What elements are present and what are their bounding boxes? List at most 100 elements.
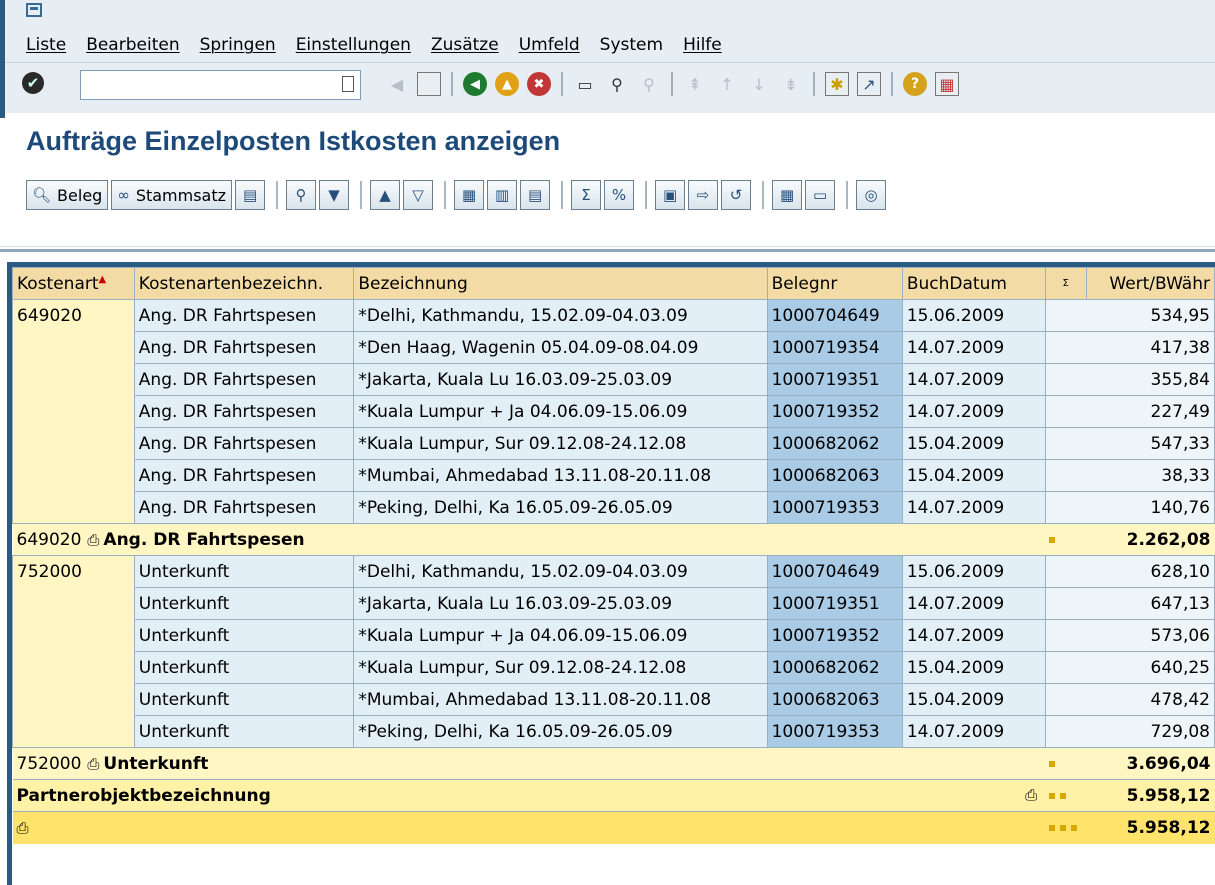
cell-kostenart[interactable]: [12, 395, 135, 428]
cell-wert[interactable]: 534,95: [1044, 299, 1215, 332]
customize-layout-icon[interactable]: ▦: [935, 72, 959, 96]
cell-bezeichnung[interactable]: *Kuala Lumpur, Sur 09.12.08-24.12.08: [353, 651, 768, 684]
abc-analysis-icon[interactable]: ◎: [856, 180, 887, 210]
cell-bezeichnung[interactable]: *Delhi, Kathmandu, 15.02.09-04.03.09: [353, 555, 768, 588]
table-row[interactable]: 649020 Ang. DR Fahrtspesen *Delhi, Kathman…: [12, 299, 1215, 332]
sort-ascending-icon[interactable]: ▲: [370, 180, 401, 210]
cell-bezeichnung[interactable]: *Jakarta, Kuala Lu 16.03.09-25.03.09: [353, 363, 768, 396]
cell-kostenartenbezeichnung[interactable]: Ang. DR Fahrtspesen: [133, 299, 355, 332]
table-row[interactable]: Unterkunft *Kuala Lumpur + Ja 04.06.09-15…: [12, 619, 1215, 652]
spreadsheet-icon[interactable]: ▦: [772, 180, 803, 210]
cell-belegnr[interactable]: 1000682062: [766, 651, 903, 684]
cell-kostenartenbezeichnung[interactable]: Unterkunft: [133, 715, 355, 748]
cell-wert[interactable]: 227,49: [1044, 395, 1215, 428]
menu-system[interactable]: System: [600, 35, 663, 55]
menu-bearbeiten[interactable]: Bearbeiten: [86, 35, 179, 55]
cell-wert[interactable]: 647,13: [1044, 587, 1215, 620]
find-icon[interactable]: ⚲: [605, 72, 629, 96]
cell-wert[interactable]: 478,42: [1044, 683, 1215, 716]
col-sum[interactable]: Σ: [1044, 267, 1087, 300]
cell-kostenart[interactable]: [12, 651, 135, 684]
cell-kostenartenbezeichnung[interactable]: Ang. DR Fahrtspesen: [133, 363, 355, 396]
cell-kostenartenbezeichnung[interactable]: Ang. DR Fahrtspesen: [133, 491, 355, 524]
cell-kostenart[interactable]: [12, 715, 135, 748]
table-row[interactable]: Unterkunft *Jakarta, Kuala Lu 16.03.09-25…: [12, 587, 1215, 620]
filter-icon[interactable]: ▼: [319, 180, 350, 210]
shortcut-icon[interactable]: ↗: [857, 72, 881, 96]
sort-descending-icon[interactable]: ▽: [403, 180, 434, 210]
export-icon[interactable]: ⇨: [688, 180, 719, 210]
cell-bezeichnung[interactable]: *Kuala Lumpur + Ja 04.06.09-15.06.09: [353, 395, 768, 428]
cell-kostenart[interactable]: 649020: [12, 299, 135, 332]
cell-kostenart[interactable]: [12, 491, 135, 524]
exit-icon[interactable]: ▲: [495, 72, 519, 96]
cell-belegnr[interactable]: 1000704649: [766, 299, 903, 332]
menu-springen[interactable]: Springen: [200, 35, 276, 55]
menu-umfeld[interactable]: Umfeld: [519, 35, 580, 55]
cell-kostenartenbezeichnung[interactable]: Unterkunft: [133, 651, 355, 684]
save-icon[interactable]: [417, 72, 441, 96]
cell-buchdatum[interactable]: 15.04.2009: [901, 651, 1046, 684]
table-row[interactable]: Unterkunft *Mumbai, Ahmedabad 13.11.08-20…: [12, 683, 1215, 716]
table-row[interactable]: Unterkunft *Peking, Delhi, Ka 16.05.09-26…: [12, 715, 1215, 748]
menu-zusaetze[interactable]: Zusätze: [431, 35, 499, 55]
cell-bezeichnung[interactable]: *Peking, Delhi, Ka 16.05.09-26.05.09: [353, 715, 768, 748]
cell-wert[interactable]: 547,33: [1044, 427, 1215, 460]
menu-hilfe[interactable]: Hilfe: [683, 35, 722, 55]
table-row[interactable]: Ang. DR Fahrtspesen *Mumbai, Ahmedabad 13…: [12, 459, 1215, 492]
menu-liste[interactable]: Liste: [26, 35, 66, 55]
col-wert[interactable]: Wert/BWähr: [1085, 267, 1215, 300]
enter-check-icon[interactable]: ✔: [22, 72, 44, 94]
cell-bezeichnung[interactable]: *Den Haag, Wagenin 05.04.09-08.04.09: [353, 331, 768, 364]
cell-belegnr[interactable]: 1000719354: [766, 331, 903, 364]
table-row[interactable]: Ang. DR Fahrtspesen *Kuala Lumpur, Sur 09…: [12, 427, 1215, 460]
grid-expand-icon[interactable]: ▥: [487, 180, 518, 210]
triangle-left-icon[interactable]: ◀: [385, 72, 409, 96]
cell-bezeichnung[interactable]: *Mumbai, Ahmedabad 13.11.08-20.11.08: [353, 459, 768, 492]
grand-total-row[interactable]: ⎙ 5.958,12: [12, 811, 1215, 844]
cell-belegnr[interactable]: 1000704649: [766, 555, 903, 588]
back-icon[interactable]: ◀: [463, 72, 487, 96]
search-icon[interactable]: ⚲: [286, 180, 317, 210]
subtotal-icon[interactable]: %: [604, 180, 635, 210]
window-menu-icon[interactable]: [26, 3, 42, 17]
find-next-icon[interactable]: ⚲: [637, 72, 661, 96]
cell-buchdatum[interactable]: 14.07.2009: [901, 491, 1046, 524]
cell-belegnr[interactable]: 1000719353: [766, 715, 903, 748]
cell-buchdatum[interactable]: 15.04.2009: [901, 427, 1046, 460]
subtotal-row[interactable]: 649020 ⎙ Ang. DR Fahrtspesen 2.262,08: [12, 523, 1215, 556]
cell-kostenart[interactable]: [12, 331, 135, 364]
cell-buchdatum[interactable]: 15.06.2009: [901, 299, 1046, 332]
cell-wert[interactable]: 628,10: [1044, 555, 1215, 588]
previous-page-icon[interactable]: ↑: [715, 72, 739, 96]
cell-wert[interactable]: 640,25: [1044, 651, 1215, 684]
table-row[interactable]: Ang. DR Fahrtspesen *Den Haag, Wagenin 05…: [12, 331, 1215, 364]
cell-wert[interactable]: 729,08: [1044, 715, 1215, 748]
command-history-icon[interactable]: [342, 76, 354, 92]
detail-icon[interactable]: ▤: [235, 180, 266, 210]
cell-belegnr[interactable]: 1000682063: [766, 459, 903, 492]
new-session-icon[interactable]: ✱: [825, 72, 849, 96]
cell-buchdatum[interactable]: 14.07.2009: [901, 587, 1046, 620]
cell-belegnr[interactable]: 1000719352: [766, 395, 903, 428]
table-row[interactable]: Unterkunft *Kuala Lumpur, Sur 09.12.08-24…: [12, 651, 1215, 684]
cell-kostenartenbezeichnung[interactable]: Unterkunft: [133, 683, 355, 716]
table-row[interactable]: Ang. DR Fahrtspesen *Jakarta, Kuala Lu 16…: [12, 363, 1215, 396]
cell-kostenart[interactable]: [12, 363, 135, 396]
help-icon[interactable]: ?: [903, 72, 927, 96]
cell-buchdatum[interactable]: 14.07.2009: [901, 395, 1046, 428]
subtotal-printer-icon[interactable]: ⎙: [87, 755, 99, 773]
col-kostenart[interactable]: Kostenart▲: [12, 267, 135, 300]
grid-icon[interactable]: ▦: [454, 180, 485, 210]
cell-belegnr[interactable]: 1000682063: [766, 683, 903, 716]
cell-kostenart[interactable]: [12, 459, 135, 492]
first-page-icon[interactable]: ⇞: [683, 72, 707, 96]
cell-kostenartenbezeichnung[interactable]: Unterkunft: [133, 587, 355, 620]
cell-belegnr[interactable]: 1000682062: [766, 427, 903, 460]
table-row[interactable]: Ang. DR Fahrtspesen *Peking, Delhi, Ka 16…: [12, 491, 1215, 524]
col-buchdatum[interactable]: BuchDatum: [901, 267, 1046, 300]
cell-wert[interactable]: 573,06: [1044, 619, 1215, 652]
cell-kostenart[interactable]: [12, 683, 135, 716]
command-field[interactable]: [80, 70, 361, 100]
cell-buchdatum[interactable]: 14.07.2009: [901, 715, 1046, 748]
